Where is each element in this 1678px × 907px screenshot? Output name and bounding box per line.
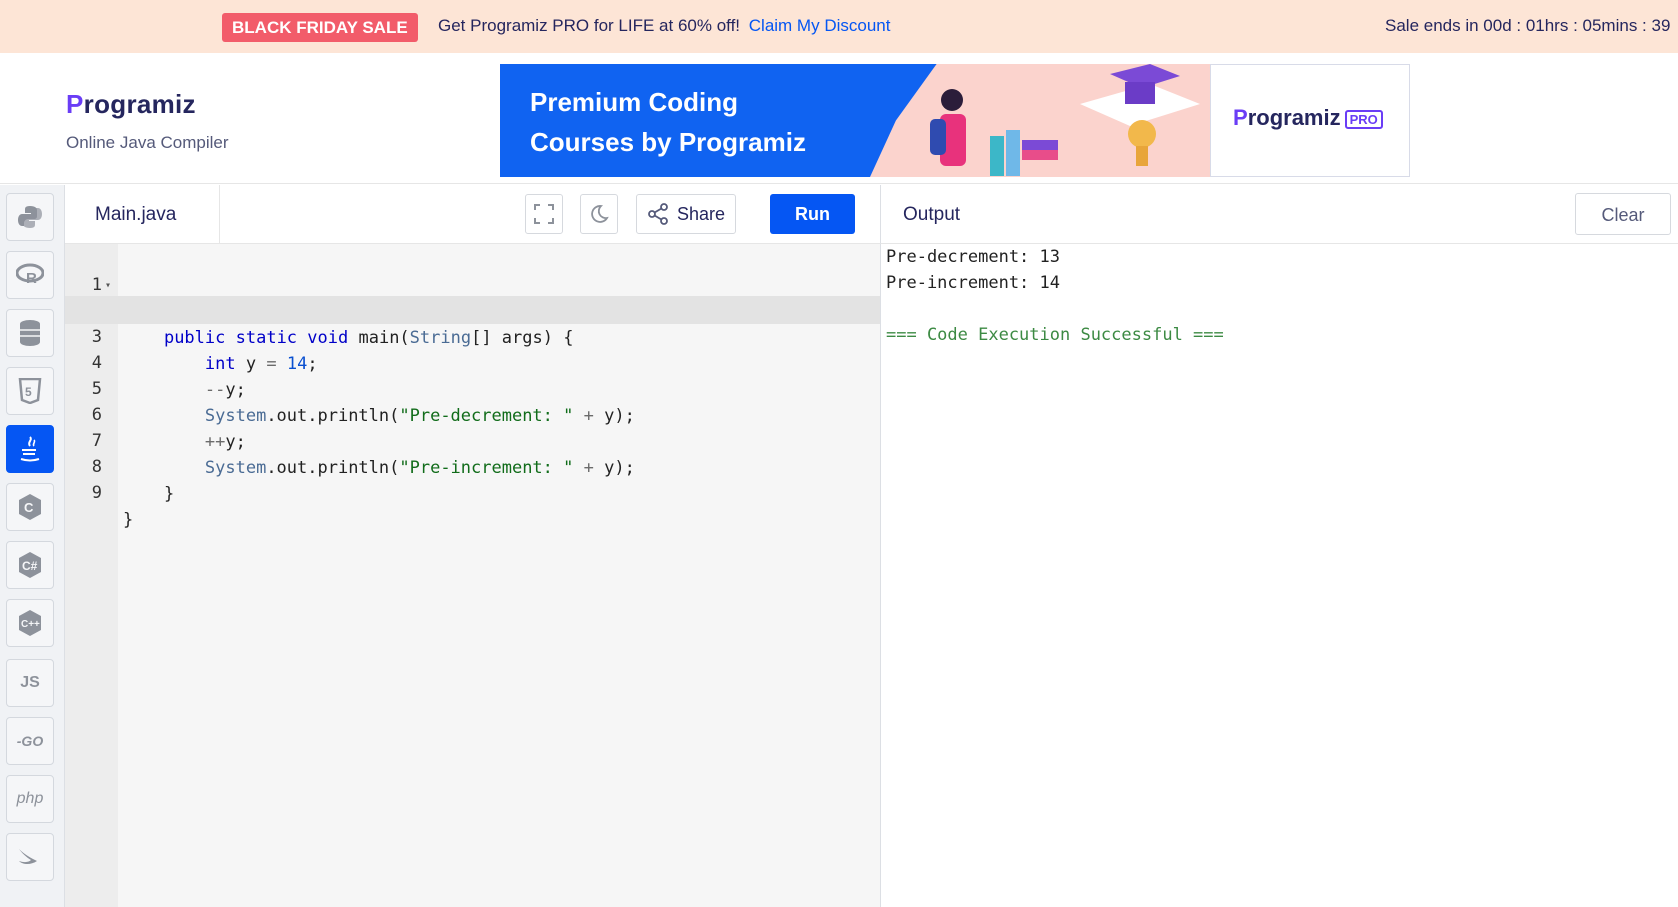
share-button[interactable]: Share xyxy=(636,194,736,234)
svg-text:5: 5 xyxy=(25,385,32,399)
execution-status: === Code Execution Successful === xyxy=(886,325,1224,345)
banner-illustration xyxy=(870,64,1240,177)
code-line-active: 3 int y = 14; xyxy=(65,296,880,374)
site-header: Programiz Online Java Compiler Premium C… xyxy=(0,53,1678,184)
html-icon[interactable]: 5 xyxy=(6,367,54,415)
cpp-icon[interactable]: C++ xyxy=(6,599,54,647)
code-line: 4 --y; xyxy=(65,322,880,401)
go-icon-label: -GO xyxy=(16,733,44,749)
r-icon[interactable]: R xyxy=(6,251,54,299)
output-header: Output Clear xyxy=(880,185,1678,244)
logo-initial: P xyxy=(66,89,84,119)
banner-logo-text: rogramiz xyxy=(1247,105,1341,130)
sale-timer: Sale ends in 00d : 01hrs : 05mins : 39 xyxy=(1385,16,1671,35)
line-number: 9 xyxy=(91,482,102,503)
ad-banner[interactable]: Premium Coding Courses by Programiz Prog… xyxy=(500,64,1410,177)
code-line: 6 ++y; xyxy=(65,374,880,453)
promo-text: Get Programiz PRO for LIFE at 60% off! xyxy=(438,16,741,35)
output-line: Pre-increment: 14 xyxy=(886,273,1060,293)
sale-badge: BLACK FRIDAY SALE xyxy=(222,13,418,42)
programiz-logo[interactable]: Programiz xyxy=(66,89,196,120)
banner-logo-box: Programiz PRO xyxy=(1210,64,1410,177)
dark-mode-button[interactable] xyxy=(580,194,618,234)
promo-message: Get Programiz PRO for LIFE at 60% off! C… xyxy=(438,16,890,36)
language-sidebar: R 5 C C# C++ JS -GO php xyxy=(0,185,65,907)
banner-headline: Premium Coding Courses by Programiz xyxy=(530,82,830,162)
code-line: 2▾ public static void main(String[] args… xyxy=(65,270,880,349)
js-icon-label: JS xyxy=(20,674,40,691)
fullscreen-icon xyxy=(534,204,554,224)
code-line: 5 System.out.println("Pre-decrement: " +… xyxy=(65,348,880,427)
banner-logo-initial: P xyxy=(1233,105,1248,130)
php-icon[interactable]: php xyxy=(6,775,54,823)
claim-discount-link[interactable]: Claim My Discount xyxy=(749,16,891,35)
sql-icon[interactable] xyxy=(6,309,54,357)
programiz-pro-logo: Programiz PRO xyxy=(1233,105,1383,131)
banner-illustration-art xyxy=(930,64,1200,176)
php-icon-label: php xyxy=(16,790,44,807)
code-editor[interactable]: 1▾ public class Main { 2▾ public static … xyxy=(65,244,880,907)
promo-bar: BLACK FRIDAY SALE Get Programiz PRO for … xyxy=(0,0,1678,53)
svg-text:C: C xyxy=(24,500,34,515)
page-subtitle: Online Java Compiler xyxy=(66,133,229,152)
svg-text:R: R xyxy=(26,270,37,287)
swift-icon[interactable] xyxy=(6,833,54,881)
code-line: 9 } xyxy=(65,452,880,531)
banner-headline-line2: Courses by Programiz xyxy=(530,127,806,157)
output-title: Output xyxy=(903,204,961,225)
csharp-icon[interactable]: C# xyxy=(6,541,54,589)
python-icon[interactable] xyxy=(6,193,54,241)
output-line: Pre-decrement: 13 xyxy=(886,247,1060,267)
clear-button[interactable]: Clear xyxy=(1575,193,1671,235)
editor-toolbar: Main.java Share Run xyxy=(65,185,880,244)
moon-icon xyxy=(591,205,609,223)
code-line: 1▾ public class Main { xyxy=(65,244,880,323)
share-label: Share xyxy=(676,203,726,224)
svg-text:C#: C# xyxy=(22,559,38,573)
go-icon[interactable]: -GO xyxy=(6,717,54,765)
js-icon[interactable]: JS xyxy=(6,659,54,707)
svg-text:C++: C++ xyxy=(21,619,40,630)
java-icon[interactable] xyxy=(6,425,54,473)
fullscreen-button[interactable] xyxy=(525,194,563,234)
logo-text: rogramiz xyxy=(83,89,196,119)
share-icon xyxy=(648,203,668,225)
code-line: 7 System.out.println("Pre-increment: " +… xyxy=(65,400,880,479)
banner-headline-line1: Premium Coding xyxy=(530,87,739,117)
output-console: Pre-decrement: 13 Pre-increment: 14 === … xyxy=(880,244,1678,907)
file-tab-main-java[interactable]: Main.java xyxy=(65,185,220,244)
run-button[interactable]: Run xyxy=(770,194,855,234)
pro-badge: PRO xyxy=(1344,109,1383,129)
c-icon[interactable]: C xyxy=(6,483,54,531)
code-line: 8 } xyxy=(65,426,880,505)
